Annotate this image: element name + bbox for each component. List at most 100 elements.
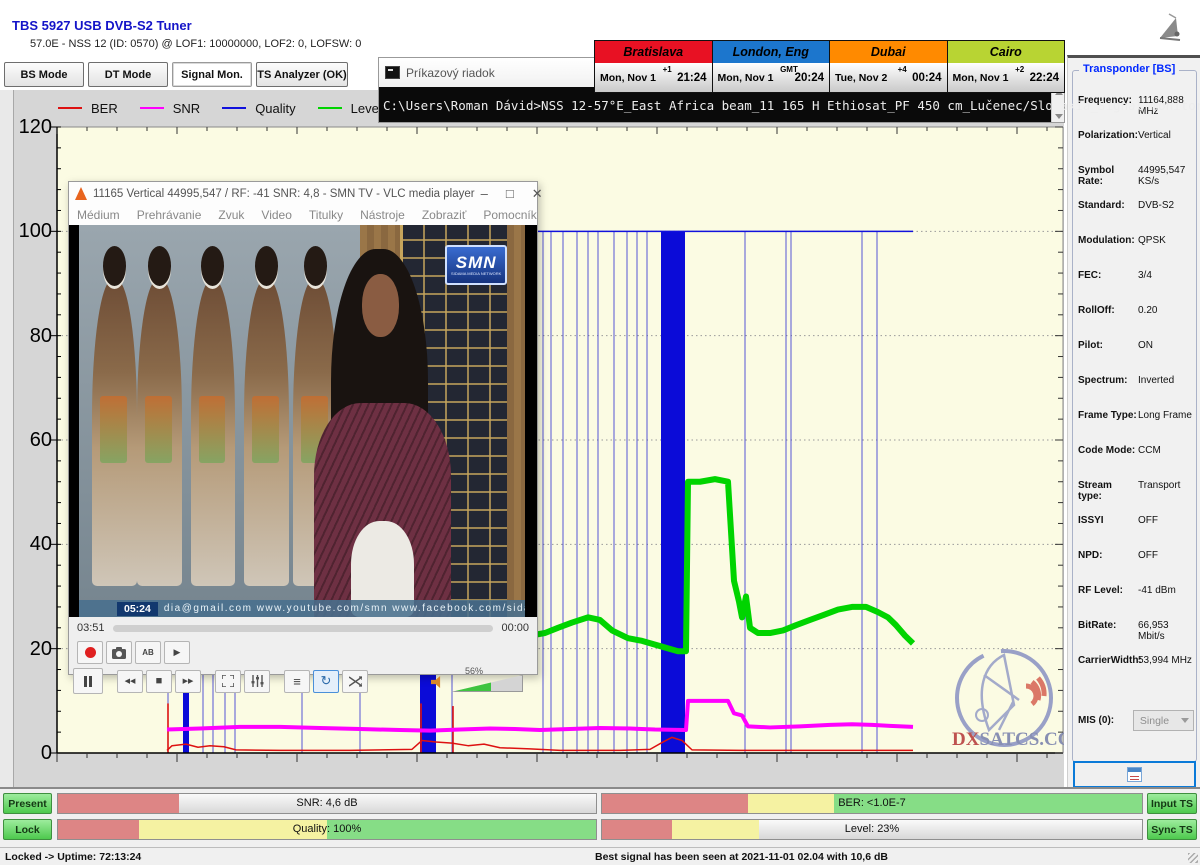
vlc-menu-pomocnk[interactable]: Pomocník <box>483 208 536 222</box>
clock-time-row: Mon, Nov 1GMT20:24 <box>713 63 830 92</box>
signal-loss-line <box>588 231 589 753</box>
transponder-list-button[interactable] <box>1073 761 1196 788</box>
lock-indicator: Lock <box>3 819 52 840</box>
clock-dubai: DubaiTue, Nov 2+400:24 <box>830 41 947 92</box>
bar-text: BER: <1.0E-7 <box>602 797 1142 809</box>
mode-button-dt-mode[interactable]: DT Mode <box>88 62 168 87</box>
previous-button[interactable]: ◀◀ <box>117 670 143 693</box>
pause-button[interactable] <box>73 668 103 694</box>
signal-loss-line <box>862 231 863 753</box>
playlist-button[interactable]: ≡ <box>284 670 310 693</box>
left-splitter[interactable] <box>0 90 14 787</box>
field-label: NPD: <box>1078 550 1138 561</box>
speaker-icon[interactable] <box>431 676 444 688</box>
field-value: Inverted <box>1138 375 1194 386</box>
mode-button-ts-analyzer-ok-[interactable]: TS Analyzer (OK) <box>256 62 348 87</box>
ab-loop-button[interactable]: AB <box>135 641 161 664</box>
resize-grip[interactable] <box>1188 853 1198 863</box>
snapshot-button[interactable] <box>106 641 132 664</box>
vlc-menu-zvuk[interactable]: Zvuk <box>218 208 244 222</box>
transponder-row: Spectrum:Inverted <box>1078 375 1194 410</box>
field-value: 3/4 <box>1138 270 1194 281</box>
field-label: MIS (0): <box>1078 715 1133 726</box>
mode-button-signal-mon-[interactable]: Signal Mon. <box>172 62 252 87</box>
y-tick-label: 20 <box>14 638 52 661</box>
maximize-button[interactable]: □ <box>506 186 514 202</box>
field-label: Spectrum: <box>1078 375 1138 386</box>
stop-button[interactable]: ■ <box>146 670 172 693</box>
input-ts-indicator: Input TS <box>1147 793 1197 814</box>
bar-text: Quality: 100% <box>58 823 596 835</box>
bottom-status-section: Present Lock SNR: 4,6 dB Quality: 100% B… <box>0 787 1200 863</box>
loop-button[interactable]: ↻ <box>313 670 339 693</box>
ticker-clock: 05:24 <box>117 602 158 616</box>
frame-step-icon: ▶ <box>174 647 181 658</box>
record-button[interactable] <box>77 641 103 664</box>
svg-text:DXSATCS.COM: DXSATCS.COM <box>952 729 1064 750</box>
camera-icon <box>112 647 126 659</box>
chevron-down-icon <box>1181 718 1189 723</box>
transponder-row: Standard:DVB-S2 <box>1078 200 1194 235</box>
transponder-row: RollOff:0.20 <box>1078 305 1194 340</box>
record-icon <box>85 647 96 658</box>
news-ticker: 05:24 dia@gmail.com www.youtube.com/smn … <box>79 600 525 617</box>
field-label: Standard: <box>1078 200 1138 211</box>
field-value: ON <box>1138 340 1194 351</box>
vlc-video-area[interactable]: SMN SIDAMA MEDIA NETWORK 05:24 dia@gmail… <box>69 225 537 617</box>
close-button[interactable]: ✕ <box>532 186 543 202</box>
signal-loss-line <box>877 231 878 753</box>
volume-control[interactable]: 56% <box>417 668 527 694</box>
snr-bar: SNR: 4,6 dB <box>57 793 597 814</box>
clock-text: 21:24 <box>677 72 706 84</box>
ber-bar: BER: <1.0E-7 <box>601 793 1143 814</box>
list-icon <box>1127 767 1142 782</box>
mis-dropdown[interactable]: Single <box>1133 710 1194 731</box>
vlc-menu-prehrvanie[interactable]: Prehrávanie <box>137 208 202 222</box>
satellite-dish-icon <box>1152 12 1186 46</box>
next-button[interactable]: ▶▶ <box>175 670 201 693</box>
dancer-figure <box>244 280 289 586</box>
volume-slider[interactable] <box>451 675 523 692</box>
fullscreen-button[interactable] <box>215 670 241 693</box>
effects-button[interactable] <box>244 670 270 693</box>
vlc-menu-zobrazi[interactable]: Zobraziť <box>422 208 467 222</box>
dancer-figure <box>191 280 236 586</box>
clock-city: London, Eng <box>713 41 830 63</box>
signal-loss-line <box>661 231 685 753</box>
signal-loss-line <box>627 231 628 753</box>
minimize-button[interactable]: – <box>481 186 488 202</box>
random-button[interactable] <box>342 670 368 693</box>
vlc-menu-nstroje[interactable]: Nástroje <box>360 208 405 222</box>
transponder-rows: Frequency:11164,888 MHzPolarization:Vert… <box>1078 95 1194 738</box>
vlc-menu-titulky[interactable]: Titulky <box>309 208 343 222</box>
clock-text: +4 <box>898 65 907 74</box>
clock-text: 22:24 <box>1030 72 1059 84</box>
field-value: OFF <box>1138 515 1194 526</box>
vlc-window[interactable]: 11165 Vertical 44995,547 / RF: -41 SNR: … <box>68 181 538 675</box>
transponder-row: Code Mode:CCM <box>1078 445 1194 480</box>
level-bar: Level: 23% <box>601 819 1143 840</box>
vlc-titlebar[interactable]: 11165 Vertical 44995,547 / RF: -41 SNR: … <box>69 182 537 205</box>
transponder-groupbox: Transponder [BS] Frequency:11164,888 MHz… <box>1072 70 1197 762</box>
mode-button-bs-mode[interactable]: BS Mode <box>4 62 84 87</box>
clock-city: Dubai <box>830 41 947 63</box>
field-label: ISSYI <box>1078 515 1138 526</box>
transponder-row: Modulation:QPSK <box>1078 235 1194 270</box>
clock-text: +2 <box>1015 65 1024 74</box>
field-value: OFF <box>1138 550 1194 561</box>
shuffle-icon <box>349 676 362 687</box>
seek-bar[interactable] <box>113 625 494 632</box>
tuner-subtitle: 57.0E - NSS 12 (ID: 0570) @ LOF1: 100000… <box>30 38 361 50</box>
dancer-figure <box>137 280 182 586</box>
vlc-menu-video[interactable]: Video <box>261 208 291 222</box>
signal-loss-line <box>791 231 792 753</box>
clock-text: Tue, Nov 2 <box>835 72 887 84</box>
vlc-menu-mdium[interactable]: Médium <box>77 208 120 222</box>
field-label: RF Level: <box>1078 585 1138 596</box>
transponder-panel: Transponder [BS] Frequency:11164,888 MHz… <box>1067 55 1200 788</box>
field-value: DVB-S2 <box>1138 200 1194 211</box>
field-label: Pilot: <box>1078 340 1138 351</box>
mis-row: MIS (0):Single <box>1078 703 1194 738</box>
scroll-down-icon[interactable] <box>1055 114 1063 119</box>
frame-by-frame-button[interactable]: ▶ <box>164 641 190 664</box>
